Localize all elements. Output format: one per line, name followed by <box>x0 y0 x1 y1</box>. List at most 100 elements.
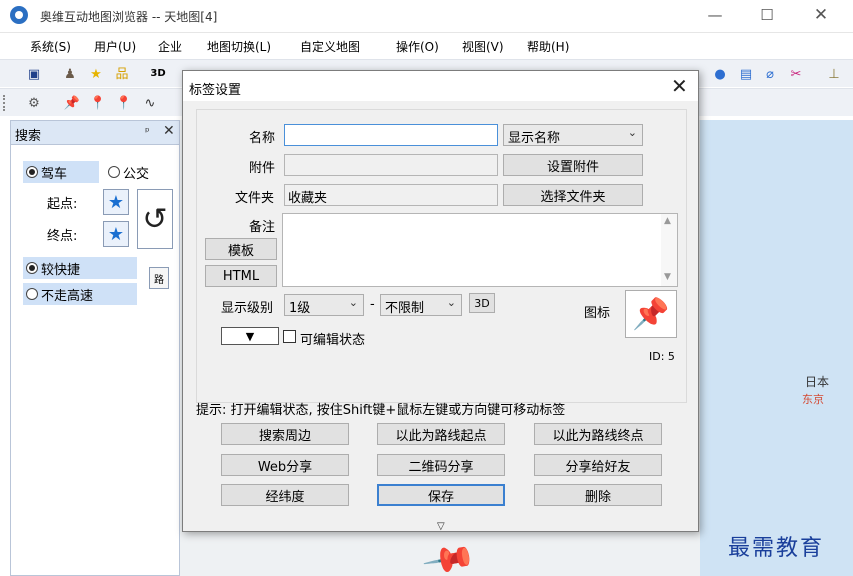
name-label: 名称 <box>249 131 276 146</box>
label-icon-button[interactable]: 📌 <box>625 290 677 338</box>
favorites-icon[interactable]: ★ <box>88 66 104 82</box>
layers-icon[interactable]: 品 <box>114 66 130 82</box>
option-faster-label: 较快捷 <box>41 262 81 278</box>
radio-faster-icon <box>26 262 38 274</box>
delete-button[interactable]: 删除 <box>534 484 662 506</box>
name-display-value: 显示名称 <box>508 131 561 146</box>
chevron-down-icon: ⌄ <box>627 126 637 139</box>
route-start-button[interactable]: 以此为路线起点 <box>377 423 505 445</box>
attachment-input[interactable] <box>284 154 498 176</box>
hint-text: 提示: 打开编辑状态, 按住Shift键+鼠标左键或方向键可移动标签 <box>196 403 566 418</box>
level-max-value: 不限制 <box>385 301 425 316</box>
notes-scrollbar[interactable]: ▲ ▼ <box>661 214 677 286</box>
start-point-button[interactable]: ★ <box>103 189 129 215</box>
menu-enterprise[interactable]: 企业 <box>158 38 182 55</box>
menu-map-switch[interactable]: 地图切换(L) <box>207 38 271 55</box>
latlng-button[interactable]: 经纬度 <box>221 484 349 506</box>
level-min-value: 1级 <box>289 301 311 316</box>
radio-drive-icon <box>26 166 38 178</box>
editable-checkbox[interactable] <box>283 330 296 343</box>
eraser-icon[interactable]: ⌀ <box>762 66 778 82</box>
dialog-title: 标签设置 <box>189 83 242 98</box>
share-friend-button[interactable]: 分享给好友 <box>534 454 662 476</box>
toolbar-grip[interactable] <box>3 95 6 111</box>
polyline-icon[interactable]: ∿ <box>142 95 158 111</box>
route-end-button[interactable]: 以此为路线终点 <box>534 423 662 445</box>
save-button[interactable]: 保存 <box>377 484 505 506</box>
blue-pin-icon[interactable]: 📍 <box>90 95 106 111</box>
display-level-label: 显示级别 <box>221 301 274 316</box>
user-icon[interactable]: ♟ <box>62 66 78 82</box>
web-share-button[interactable]: Web分享 <box>221 454 349 476</box>
notes-label: 备注 <box>249 220 276 235</box>
html-button[interactable]: HTML <box>205 265 277 287</box>
yellow-pin-icon[interactable]: 📌 <box>64 95 80 111</box>
name-display-select[interactable]: 显示名称 ⌄ <box>503 124 643 146</box>
app-logo-icon <box>10 6 28 24</box>
radio-no-highway-icon <box>26 288 38 300</box>
star-icon: ★ <box>107 223 125 245</box>
star-icon: ★ <box>107 191 125 213</box>
name-input[interactable] <box>284 124 498 146</box>
scroll-down-icon[interactable]: ▼ <box>664 272 671 282</box>
photo-icon[interactable]: ▤ <box>738 66 754 82</box>
attachment-label: 附件 <box>249 161 276 176</box>
expand-dropdown-button[interactable]: ▼ <box>221 327 279 345</box>
level-min-select[interactable]: 1级 ⌄ <box>284 294 364 316</box>
watermark-text: 最需教育 <box>728 536 825 561</box>
set-attachment-button[interactable]: 设置附件 <box>503 154 643 176</box>
level-separator: - <box>370 297 375 312</box>
template-button[interactable]: 模板 <box>205 238 277 260</box>
end-point-button[interactable]: ★ <box>103 221 129 247</box>
option-no-highway-radio[interactable]: 不走高速 <box>23 283 137 305</box>
save-icon[interactable]: ▣ <box>26 66 42 82</box>
editable-label: 可编辑状态 <box>300 333 366 348</box>
search-nearby-button[interactable]: 搜索周边 <box>221 423 349 445</box>
level-max-select[interactable]: 不限制 ⌄ <box>380 294 462 316</box>
pin-panel-icon[interactable]: ᵖ <box>145 125 150 138</box>
window-title: 奥维互动地图浏览器 -- 天地图[4] <box>40 10 218 24</box>
green-pin-icon[interactable]: 📍 <box>116 95 132 111</box>
option-no-highway-label: 不走高速 <box>41 288 94 304</box>
settings-gear-icon[interactable]: ⚙ <box>26 95 42 111</box>
folder-label: 文件夹 <box>235 191 275 206</box>
measure-icon[interactable]: ⊥ <box>826 66 842 82</box>
icon-label: 图标 <box>584 306 611 321</box>
menu-custom-map[interactable]: 自定义地图 <box>300 38 360 55</box>
maximize-button[interactable]: ☐ <box>744 0 790 30</box>
scroll-up-icon[interactable]: ▲ <box>664 216 671 226</box>
mode-bus-radio[interactable]: 公交 <box>105 161 175 183</box>
pushpin-icon: 📌 <box>632 296 670 332</box>
chevron-down-icon: ▼ <box>245 329 255 343</box>
scissors-icon[interactable]: ✂ <box>788 66 804 82</box>
sea-area <box>700 120 853 576</box>
dialog-titlebar: 标签设置 ✕ <box>183 71 698 101</box>
search-panel: 搜索 ᵖ ✕ 驾车 公交 起点: ★ 终点: ★ ↺ 较快捷 路 不走高速 <box>10 120 180 576</box>
3d-icon[interactable]: 3D <box>150 66 166 82</box>
radio-bus-icon <box>108 166 120 178</box>
swap-points-button[interactable]: ↺ <box>137 189 173 249</box>
search-panel-header: 搜索 ᵖ ✕ <box>11 121 179 145</box>
menu-view[interactable]: 视图(V) <box>462 38 504 55</box>
qr-share-button[interactable]: 二维码分享 <box>377 454 505 476</box>
menu-help[interactable]: 帮助(H) <box>527 38 569 55</box>
globe-icon[interactable]: ● <box>712 66 728 82</box>
start-label: 起点: <box>47 197 78 212</box>
dialog-close-button[interactable]: ✕ <box>671 74 688 98</box>
close-window-button[interactable]: ✕ <box>798 0 844 30</box>
label-settings-dialog: 标签设置 ✕ 名称 显示名称 ⌄ 附件 设置附件 文件夹 收藏夹 选择文件夹 备… <box>182 70 699 532</box>
id-text: ID: 5 <box>649 350 675 363</box>
mode-drive-radio[interactable]: 驾车 <box>23 161 99 183</box>
notes-textarea[interactable]: ▲ ▼ <box>282 213 678 287</box>
3d-button[interactable]: 3D <box>469 293 495 313</box>
close-panel-icon[interactable]: ✕ <box>163 123 175 139</box>
menu-operation[interactable]: 操作(O) <box>396 38 439 55</box>
choose-folder-button[interactable]: 选择文件夹 <box>503 184 643 206</box>
minimize-button[interactable]: — <box>692 0 738 30</box>
collapse-chevron-icon[interactable]: ▽ <box>437 521 445 532</box>
menu-user[interactable]: 用户(U) <box>94 38 136 55</box>
menu-system[interactable]: 系统(S) <box>30 38 71 55</box>
option-faster-radio[interactable]: 较快捷 <box>23 257 137 279</box>
route-options-button[interactable]: 路 <box>149 267 169 289</box>
mode-bus-label: 公交 <box>123 166 150 182</box>
